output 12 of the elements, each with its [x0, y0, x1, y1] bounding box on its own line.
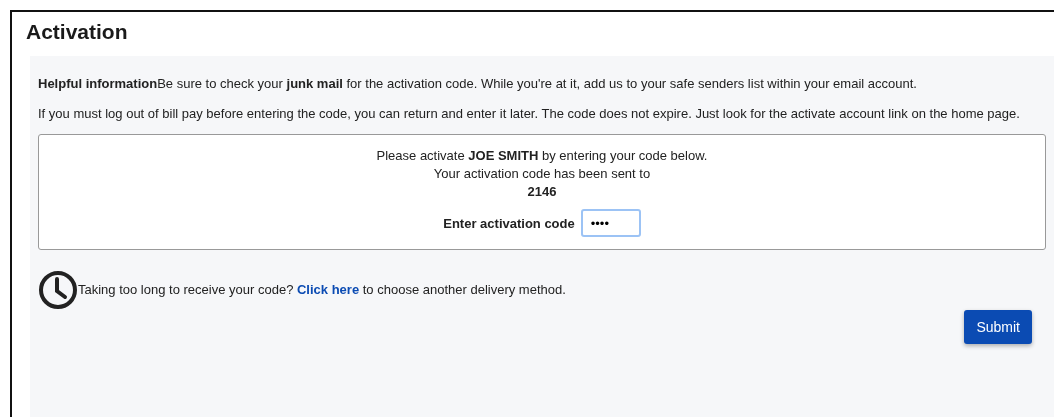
page-title: Activation	[26, 20, 128, 44]
info-text: Helpful informationBe sure to check your junk mail for the activation code. While you're at it, add us to your safe senders list within your email account.	[38, 75, 918, 93]
clock-icon	[38, 270, 78, 310]
field-label: Enter activation code	[443, 215, 575, 231]
click-here-link[interactable]: Click here	[296, 282, 360, 297]
submit-button[interactable]: Submit	[964, 310, 1032, 344]
activation-code-field[interactable]: ••••	[580, 209, 641, 237]
activation-text: Your activation code has been sent to	[433, 165, 651, 183]
info-text: If you must log out of bill pay before entering the code, you can return and enter it later. The code does not expire. Just look for the activate account link on the home page.	[38, 105, 1021, 123]
delivery-note: Taking too long to receive your code? Click here to choose another delivery method.	[78, 281, 566, 299]
activation-text: Please activate JOE SMITH by entering your code below.	[376, 147, 708, 165]
activation-text: 2146	[527, 183, 557, 201]
